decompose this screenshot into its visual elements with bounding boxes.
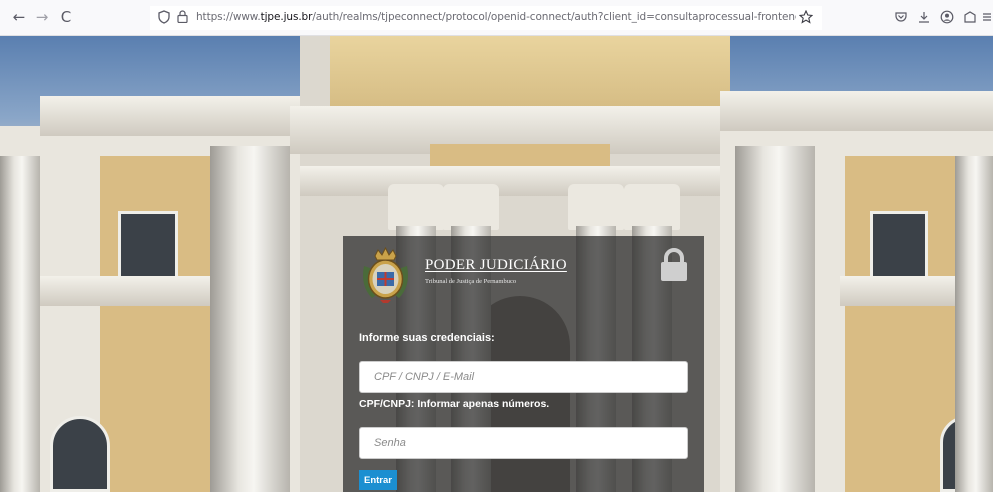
download-icon[interactable] [916, 10, 932, 26]
browser-toolbar: ← → C https://www.tjpe.jus.br/auth/realm… [0, 0, 993, 36]
brand-subtitle: Tribunal de Justiça de Pernambuco [425, 278, 517, 285]
credentials-prompt: Informe suas credenciais: [359, 332, 495, 344]
forward-icon[interactable]: → [33, 8, 51, 26]
login-panel: PODER JUDICIÁRIO Tribunal de Justiça de … [343, 236, 704, 492]
extensions-icon[interactable] [962, 10, 978, 26]
brand-title: PODER JUDICIÁRIO [425, 257, 567, 273]
menu-icon[interactable] [982, 10, 992, 26]
back-icon[interactable]: ← [10, 8, 28, 26]
account-icon[interactable] [939, 10, 955, 26]
url-text: https://www.tjpe.jus.br/auth/realms/tjpe… [196, 11, 796, 23]
login-button[interactable]: Entrar [359, 470, 397, 490]
padlock-icon [659, 248, 689, 282]
username-input[interactable] [359, 361, 688, 393]
shield-icon[interactable] [156, 10, 172, 26]
pocket-icon[interactable] [893, 10, 909, 26]
cpf-hint: CPF/CNPJ: Informar apenas números. [359, 398, 550, 410]
password-input[interactable] [359, 427, 688, 459]
star-icon[interactable] [798, 9, 814, 26]
address-bar[interactable]: https://www.tjpe.jus.br/auth/realms/tjpe… [150, 6, 822, 30]
tjpe-emblem-icon [358, 246, 413, 304]
reload-icon[interactable]: C [57, 8, 75, 26]
lock-icon[interactable] [174, 10, 190, 26]
